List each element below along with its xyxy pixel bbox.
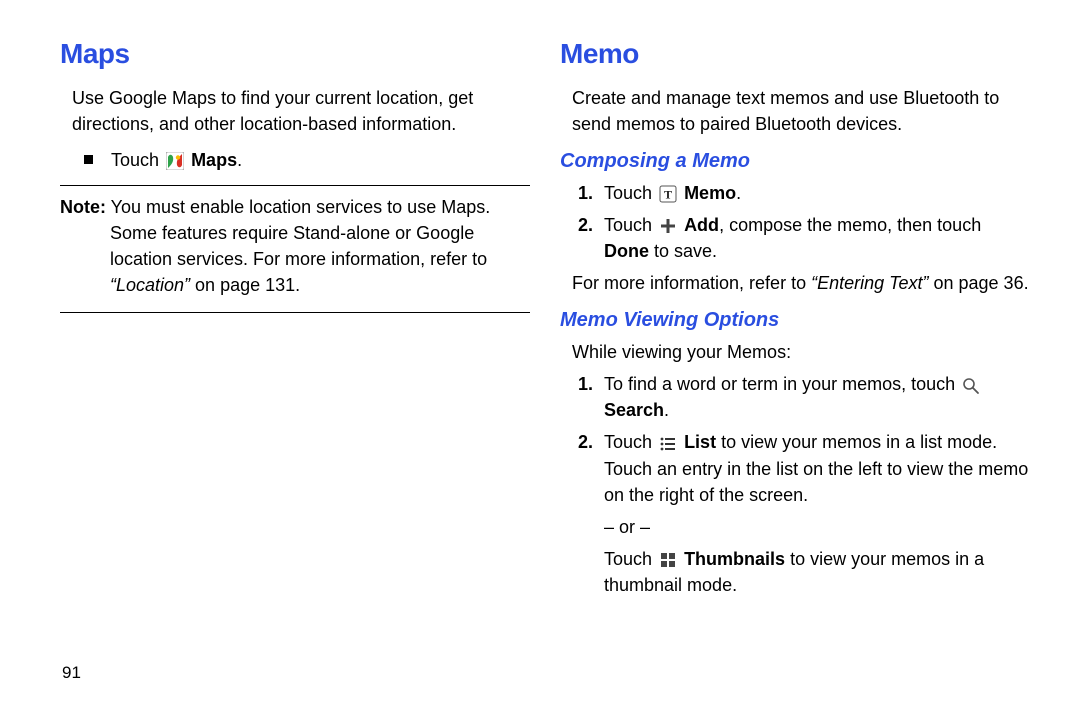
view-steps: To find a word or term in your memos, to…: [560, 371, 1030, 507]
v2b-pre: Touch: [604, 549, 657, 569]
maps-touch-instruction: Touch Maps.: [60, 143, 530, 177]
list-icon: [659, 435, 677, 453]
v2a-pre: Touch: [604, 432, 657, 452]
maps-intro: Use Google Maps to find your current loc…: [60, 85, 530, 137]
or-divider: – or –: [560, 514, 1030, 540]
subheading-viewing: Memo Viewing Options: [560, 306, 1030, 335]
add-icon: [659, 217, 677, 235]
manual-page: Maps Use Google Maps to find your curren…: [0, 0, 1080, 604]
view-step-2: Touch List to view your memos in a list …: [604, 429, 1030, 507]
more-post: on page 36.: [928, 273, 1028, 293]
more-info: For more information, refer to “Entering…: [560, 270, 1030, 296]
memo-intro: Create and manage text memos and use Blu…: [560, 85, 1030, 137]
v2b-bold: Thumbnails: [684, 549, 785, 569]
c2-pre: Touch: [604, 215, 657, 235]
touch-prefix: Touch: [111, 150, 164, 170]
maps-note: Note: You must enable location services …: [60, 185, 530, 313]
c2-mid: , compose the memo, then touch: [719, 215, 981, 235]
note-body-pre: You must enable location services to use…: [106, 197, 490, 269]
c1-suf: .: [736, 183, 741, 203]
maps-suffix: .: [237, 150, 242, 170]
c1-bold: Memo: [684, 183, 736, 203]
compose-step-2: Touch Add, compose the memo, then touch …: [604, 212, 1030, 264]
heading-maps: Maps: [60, 34, 530, 75]
more-pre: For more information, refer to: [572, 273, 811, 293]
c2-done: Done: [604, 241, 649, 261]
view-step-1: To find a word or term in your memos, to…: [604, 371, 1030, 423]
svg-text:T: T: [664, 188, 672, 202]
search-icon: [962, 377, 980, 395]
column-left: Maps Use Google Maps to find your curren…: [60, 34, 530, 604]
more-ref: “Entering Text”: [811, 273, 928, 293]
v2a-bold: List: [684, 432, 716, 452]
note-label: Note:: [60, 197, 106, 217]
bullet-square-icon: [84, 155, 93, 164]
compose-steps: Touch T Memo. Touch Add, comp: [560, 180, 1030, 264]
maps-icon: [166, 152, 184, 170]
note-ref: “Location”: [110, 275, 190, 295]
maps-label: Maps: [191, 150, 237, 170]
v1-suf: .: [664, 400, 669, 420]
v1-pre: To find a word or term in your memos, to…: [604, 374, 960, 394]
compose-step-1: Touch T Memo.: [604, 180, 1030, 206]
view-intro: While viewing your Memos:: [560, 339, 1030, 365]
c2-suf: to save.: [649, 241, 717, 261]
thumbnails-icon: [659, 551, 677, 569]
column-right: Memo Create and manage text memos and us…: [560, 34, 1030, 604]
memo-icon: T: [659, 185, 677, 203]
page-number: 91: [62, 661, 81, 686]
c1-pre: Touch: [604, 183, 657, 203]
view-step-2b: Touch Thumbnails to view your memos in a…: [560, 546, 1030, 598]
c2-add: Add: [684, 215, 719, 235]
note-post: on page 131.: [190, 275, 300, 295]
subheading-composing: Composing a Memo: [560, 147, 1030, 176]
heading-memo: Memo: [560, 34, 1030, 75]
v1-bold: Search: [604, 400, 664, 420]
